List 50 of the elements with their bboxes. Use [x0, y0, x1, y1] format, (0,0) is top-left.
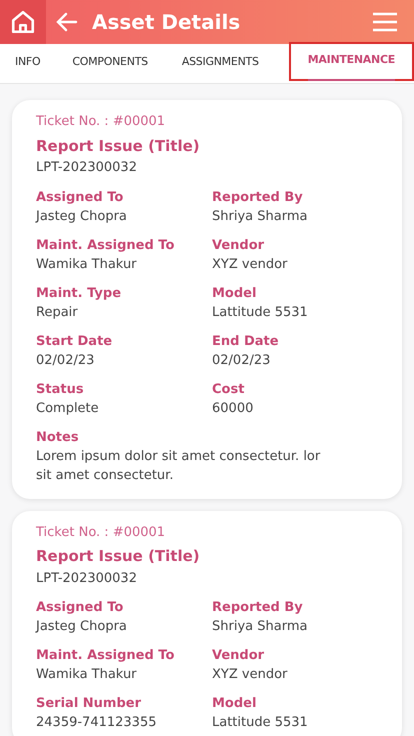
- back-arrow-icon: [56, 12, 78, 32]
- field-label: Serial Number: [36, 695, 142, 713]
- field-label: Reported By: [212, 599, 304, 617]
- field-label: Cost: [212, 380, 246, 398]
- field-value: Wamika Thakur: [36, 666, 138, 684]
- field-label: Model: [212, 284, 258, 302]
- field-value: Lorem ipsum dolor sit amet consectetur. lor sit amet consectetur.: [36, 448, 322, 484]
- field-label: Vendor: [212, 236, 266, 254]
- field-value: Lattitude 5531: [212, 304, 309, 322]
- field-value: Shriya Sharma: [212, 208, 308, 226]
- ticket-title: Report Issue (Title): [36, 546, 201, 567]
- ticket-title: Report Issue (Title): [36, 136, 201, 156]
- field-label: Assigned To: [36, 599, 124, 617]
- asset-code: LPT-202300032: [36, 570, 138, 588]
- asset-code: LPT-202300032: [36, 159, 138, 177]
- field-label: Status: [36, 380, 85, 398]
- field-label: Maint. Assigned To: [36, 647, 176, 665]
- tab[interactable]: COMPONENTS: [55, 44, 165, 83]
- menu-icon: [373, 12, 397, 32]
- field-value: Jasteg Chopra: [36, 618, 128, 636]
- field-value: 60000: [212, 400, 254, 418]
- tab[interactable]: ASSIGNMENTS: [164, 44, 276, 83]
- field-value: 24359-741123355: [36, 714, 158, 732]
- field-label: Start Date: [36, 332, 114, 350]
- field-value: XYZ vendor: [212, 256, 288, 274]
- field-value: Repair: [36, 304, 79, 322]
- menu-button[interactable]: [372, 10, 398, 34]
- tab[interactable]: INFO: [0, 44, 56, 83]
- field-label: Maint. Type: [36, 284, 122, 302]
- ticket-number: Ticket No. : #00001: [36, 113, 166, 131]
- field-label: Notes: [36, 428, 80, 446]
- field-value: 02/02/23: [212, 352, 272, 370]
- field-label: End Date: [212, 332, 280, 350]
- field-value: Lattitude 5531: [212, 714, 309, 732]
- field-value: 02/02/23: [36, 352, 96, 370]
- home-icon: [10, 9, 36, 35]
- field-value: XYZ vendor: [212, 666, 288, 684]
- field-value: Shriya Sharma: [212, 618, 308, 636]
- field-label: Assigned To: [36, 188, 124, 206]
- field-label: Maint. Assigned To: [36, 236, 176, 254]
- field-label: Reported By: [212, 188, 304, 206]
- page-title: Asset Details: [92, 9, 240, 36]
- field-value: Wamika Thakur: [36, 256, 138, 274]
- tab[interactable]: MAINTENANCE: [288, 42, 414, 81]
- field-value: Complete: [36, 400, 100, 418]
- field-label: Model: [212, 695, 258, 713]
- field-value: Jasteg Chopra: [36, 208, 128, 226]
- field-label: Vendor: [212, 647, 266, 665]
- home-button[interactable]: [0, 0, 46, 44]
- ticket-number: Ticket No. : #00001: [36, 524, 166, 542]
